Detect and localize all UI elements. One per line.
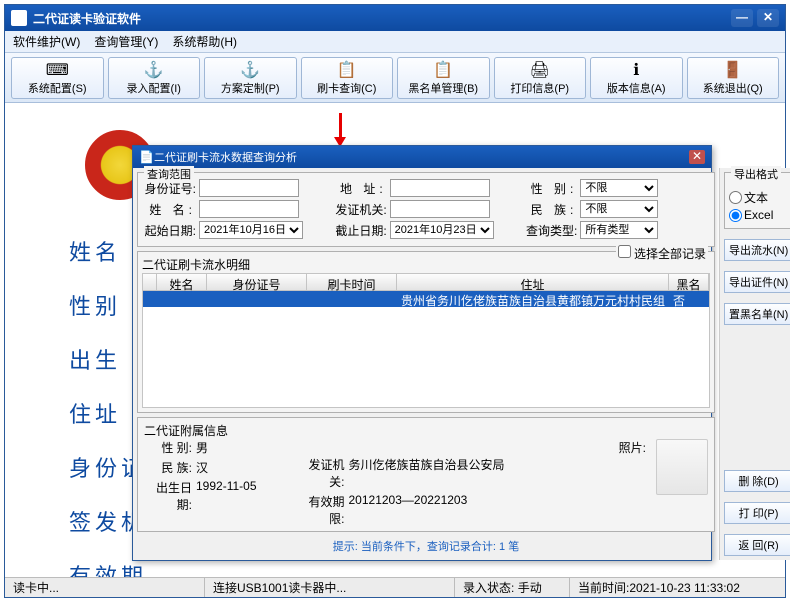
table-row[interactable]: 贵州省务川仡佬族苗族自治县黄都镇万元村村民组 否 bbox=[143, 291, 709, 307]
info-issuer: 务川仡佬族苗族自治县公安局 bbox=[349, 456, 505, 490]
main-titlebar: 二代证读卡验证软件 — ✕ bbox=[5, 5, 785, 31]
arrow-icon bbox=[339, 113, 342, 137]
hint-text: 提示: 当前条件下，查询记录合计: 1 笔 bbox=[137, 536, 715, 556]
status-reader: 读卡中... bbox=[5, 578, 205, 597]
export-text-radio[interactable]: 文本 bbox=[729, 189, 788, 206]
info-valid: 20121203—20221203 bbox=[349, 493, 468, 527]
export-excel-radio[interactable]: Excel bbox=[729, 208, 788, 222]
issuer-input[interactable] bbox=[390, 200, 490, 218]
print-button[interactable]: 打 印(P) bbox=[724, 502, 790, 524]
records-group: 二代证刷卡流水明细 选择全部记录 姓名 身份证号 刷卡时间 住址 黑名单 bbox=[137, 251, 715, 413]
photo-preview bbox=[656, 439, 708, 495]
return-button[interactable]: 返 回(R) bbox=[724, 534, 790, 556]
set-blacklist-button[interactable]: 置黑名单(N) bbox=[724, 303, 790, 325]
end-date-select[interactable]: 2021年10月23日 bbox=[390, 221, 494, 239]
tbtn-exit[interactable]: 🚪系统退出(Q) bbox=[687, 57, 780, 99]
addr-input[interactable] bbox=[390, 179, 490, 197]
type-select[interactable]: 所有类型 bbox=[580, 221, 658, 239]
export-format-group: 导出格式 文本 Excel bbox=[724, 172, 790, 229]
id-input[interactable] bbox=[199, 179, 299, 197]
attached-info-group: 二代证附属信息 性 别:男 民 族:汉 出生日期:1992-11-05 发证机关… bbox=[137, 417, 715, 532]
table-icon: 📋 bbox=[433, 60, 453, 80]
door-icon: 🚪 bbox=[723, 60, 743, 80]
tbtn-cardquery[interactable]: 📋刷卡查询(C) bbox=[301, 57, 394, 99]
dialog-title: 二代证刷卡流水数据查询分析 bbox=[154, 149, 689, 165]
info-sex: 男 bbox=[196, 439, 208, 456]
tbtn-blacklist[interactable]: 📋黑名单管理(B) bbox=[397, 57, 490, 99]
anchor-icon: ⚓ bbox=[240, 60, 260, 80]
tbtn-sysconfig[interactable]: ⌨系统配置(S) bbox=[11, 57, 104, 99]
statusbar: 读卡中... 连接USB1001读卡器中... 录入状态: 手动 当前时间:20… bbox=[5, 577, 785, 597]
table-header: 姓名 身份证号 刷卡时间 住址 黑名单 bbox=[142, 273, 710, 291]
menubar: 软件维护(W) 查询管理(Y) 系统帮助(H) bbox=[5, 31, 785, 53]
status-time: 当前时间:2021-10-23 11:33:02 bbox=[570, 578, 785, 597]
tbtn-print[interactable]: 🖨打印信息(P) bbox=[494, 57, 587, 99]
tbtn-plan[interactable]: ⚓方案定制(P) bbox=[204, 57, 297, 99]
query-range-title: 查询范围 bbox=[144, 166, 194, 182]
menu-query[interactable]: 查询管理(Y) bbox=[94, 33, 158, 50]
tbtn-version[interactable]: ℹ版本信息(A) bbox=[590, 57, 683, 99]
nation-select[interactable]: 不限 bbox=[580, 200, 658, 218]
query-dialog: 📄 二代证刷卡流水数据查询分析 ✕ 查询范围 身份证号: 姓 名: 起始日期:2… bbox=[132, 145, 712, 561]
menu-maintain[interactable]: 软件维护(W) bbox=[13, 33, 80, 50]
dialog-close-button[interactable]: ✕ bbox=[689, 150, 705, 164]
sex-select[interactable]: 不限 bbox=[580, 179, 658, 197]
main-window: 二代证读卡验证软件 — ✕ 软件维护(W) 查询管理(Y) 系统帮助(H) ⌨系… bbox=[4, 4, 786, 598]
main-title: 二代证读卡验证软件 bbox=[33, 10, 727, 27]
keyboard-icon: ⌨ bbox=[46, 60, 69, 80]
table-icon: 📋 bbox=[337, 60, 357, 80]
status-conn: 连接USB1001读卡器中... bbox=[205, 578, 455, 597]
toolbar: ⌨系统配置(S) ⚓录入配置(I) ⚓方案定制(P) 📋刷卡查询(C) 📋黑名单… bbox=[5, 53, 785, 103]
minimize-button[interactable]: — bbox=[731, 9, 753, 27]
query-range-group: 查询范围 身份证号: 姓 名: 起始日期:2021年10月16日 地 址: 发证… bbox=[137, 172, 715, 247]
start-date-select[interactable]: 2021年10月16日 bbox=[199, 221, 303, 239]
dialog-titlebar: 📄 二代证刷卡流水数据查询分析 ✕ bbox=[133, 146, 711, 168]
select-all-checkbox[interactable]: 选择全部记录 bbox=[616, 245, 708, 262]
close-button[interactable]: ✕ bbox=[757, 9, 779, 27]
status-mode: 录入状态: 手动 bbox=[455, 578, 570, 597]
export-cert-button[interactable]: 导出证件(N) bbox=[724, 271, 790, 293]
export-flow-button[interactable]: 导出流水(N) bbox=[724, 239, 790, 261]
table-body[interactable]: 贵州省务川仡佬族苗族自治县黄都镇万元村村民组 否 bbox=[142, 291, 710, 408]
tbtn-inputconfig[interactable]: ⚓录入配置(I) bbox=[108, 57, 201, 99]
dialog-app-icon: 📄 bbox=[139, 150, 154, 164]
dialog-sidebar: 导出格式 文本 Excel 导出流水(N) 导出证件(N) 置黑名单(N) 删 … bbox=[719, 168, 790, 560]
anchor-icon: ⚓ bbox=[144, 60, 164, 80]
info-nation: 汉 bbox=[196, 459, 208, 476]
attached-info-title: 二代证附属信息 bbox=[144, 424, 228, 438]
info-birth: 1992-11-05 bbox=[196, 479, 257, 513]
menu-help[interactable]: 系统帮助(H) bbox=[172, 33, 237, 50]
printer-icon: 🖨 bbox=[530, 60, 550, 80]
delete-button[interactable]: 删 除(D) bbox=[724, 470, 790, 492]
info-icon: ℹ bbox=[633, 60, 639, 80]
name-input[interactable] bbox=[199, 200, 299, 218]
app-icon bbox=[11, 10, 27, 26]
